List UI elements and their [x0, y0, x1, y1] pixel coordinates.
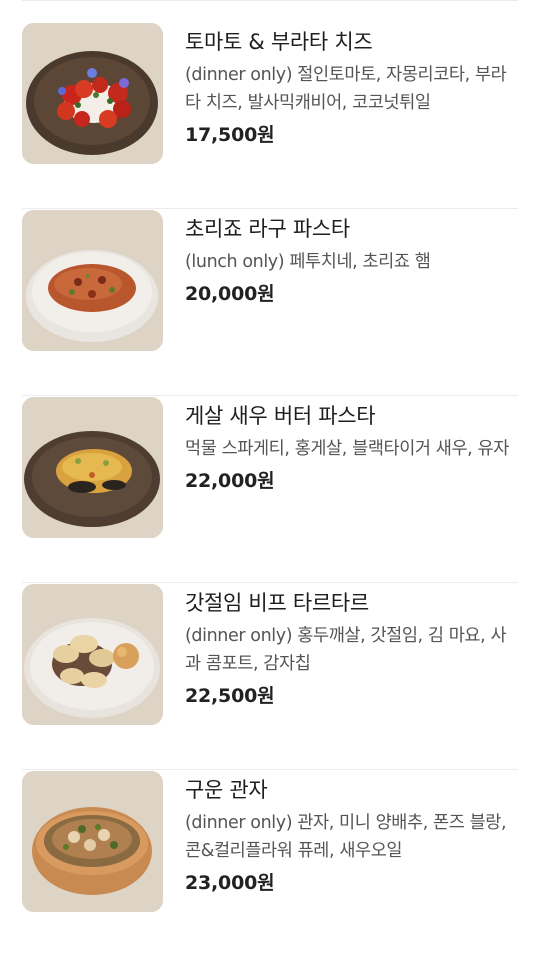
menu-item-name: 갓절임 비프 타르타르 — [185, 591, 369, 615]
divider — [22, 395, 518, 396]
menu-item-price: 23,000원 — [185, 872, 275, 894]
menu-item-name: 구운 관자 — [185, 778, 268, 802]
menu-item[interactable]: 구운 관자 (dinner only) 관자, 미니 양배추, 폰즈 블랑, 콘… — [22, 771, 518, 957]
chorizo-ragu-pasta-icon — [22, 210, 163, 351]
menu-item-info: 게살 새우 버터 파스타 먹물 스파게티, 홍게살, 블랙타이거 새우, 유자 … — [185, 397, 518, 495]
menu-item-description: 먹물 스파게티, 홍게살, 블랙타이거 새우, 유자 — [185, 439, 509, 459]
crab-shrimp-butter-pasta-icon — [22, 397, 163, 538]
tomato-burrata-image[interactable] — [22, 23, 163, 164]
menu-item-info: 갓절임 비프 타르타르 (dinner only) 홍두깨살, 갓절임, 김 마… — [185, 584, 518, 710]
menu-item-name: 토마토 & 부라타 치즈 — [185, 30, 373, 54]
menu-item[interactable]: 초리죠 라구 파스타 (lunch only) 페투치네, 초리죠 햄 20,0… — [22, 210, 518, 396]
beef-tartare-image[interactable] — [22, 584, 163, 725]
menu-item[interactable]: 토마토 & 부라타 치즈 (dinner only) 절인토마토, 자몽리코타,… — [22, 23, 518, 209]
menu-item-description: (lunch only) 페투치네, 초리죠 햄 — [185, 252, 431, 272]
menu-item-description: (dinner only) 관자, 미니 양배추, 폰즈 블랑, 콘&컬리플라워… — [185, 813, 507, 861]
divider — [22, 208, 518, 209]
menu-item[interactable]: 게살 새우 버터 파스타 먹물 스파게티, 홍게살, 블랙타이거 새우, 유자 … — [22, 397, 518, 583]
divider — [22, 582, 518, 583]
divider — [22, 0, 518, 1]
grilled-scallop-image[interactable] — [22, 771, 163, 912]
grilled-scallop-icon — [22, 771, 163, 912]
menu-item-description: (dinner only) 절인토마토, 자몽리코타, 부라타 치즈, 발사믹캐… — [185, 65, 507, 113]
menu-item-name: 게살 새우 버터 파스타 — [185, 404, 376, 428]
menu-item-price: 20,000원 — [185, 283, 275, 305]
menu-item-price: 22,500원 — [185, 685, 275, 707]
menu-item-description: (dinner only) 홍두깨살, 갓절임, 김 마요, 사과 콤포트, 감… — [185, 626, 507, 674]
menu-item[interactable]: 갓절임 비프 타르타르 (dinner only) 홍두깨살, 갓절임, 김 마… — [22, 584, 518, 770]
menu-item-name: 초리죠 라구 파스타 — [185, 217, 350, 241]
menu-item-price: 22,000원 — [185, 470, 275, 492]
beef-tartare-icon — [22, 584, 163, 725]
tomato-burrata-icon — [22, 23, 163, 164]
menu-item-info: 구운 관자 (dinner only) 관자, 미니 양배추, 폰즈 블랑, 콘… — [185, 771, 518, 897]
menu-item-info: 초리죠 라구 파스타 (lunch only) 페투치네, 초리죠 햄 20,0… — [185, 210, 518, 308]
chorizo-ragu-pasta-image[interactable] — [22, 210, 163, 351]
crab-shrimp-butter-pasta-image[interactable] — [22, 397, 163, 538]
menu-item-info: 토마토 & 부라타 치즈 (dinner only) 절인토마토, 자몽리코타,… — [185, 23, 518, 149]
divider — [22, 769, 518, 770]
menu-item-price: 17,500원 — [185, 124, 275, 146]
